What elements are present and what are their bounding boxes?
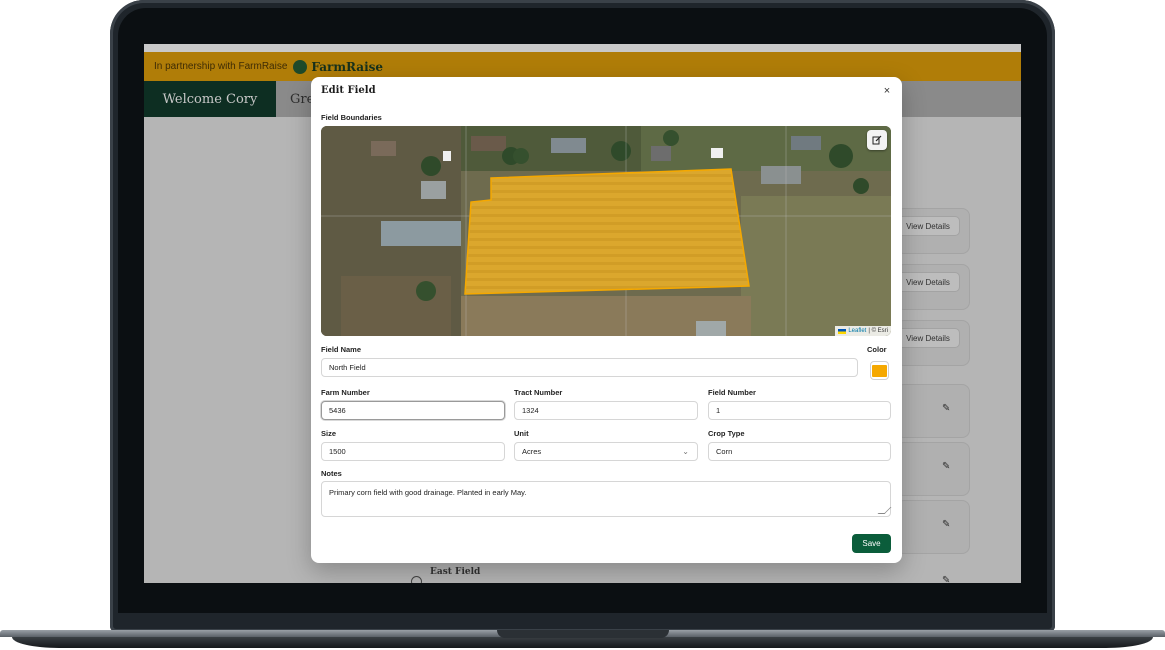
field-number-input[interactable]: 1: [708, 401, 891, 420]
unit-select-value: Acres: [522, 447, 542, 456]
view-details-button[interactable]: View Details: [896, 272, 960, 292]
partner-text: In partnership with FarmRaise: [154, 61, 288, 72]
notes-textarea[interactable]: Primary corn field with good drainage. P…: [321, 481, 892, 517]
esri-attribution: | © Esri: [868, 328, 888, 334]
notes-text: Primary corn field with good drainage. P…: [329, 488, 527, 497]
field-card: [896, 442, 970, 496]
modal-title: Edit Field: [321, 85, 376, 96]
unit-label: Unit: [514, 429, 529, 438]
edit-pencil-icon[interactable]: ✎: [942, 520, 952, 530]
east-field-title: East Field: [430, 567, 481, 577]
farmraise-wordmark: FarmRaise: [311, 59, 384, 74]
field-name-label: Field Name: [321, 345, 362, 354]
field-number-label: Field Number: [708, 388, 756, 397]
location-pin-icon: [411, 576, 422, 583]
color-picker[interactable]: [870, 361, 889, 380]
tract-number-input[interactable]: 1324: [514, 401, 698, 420]
edit-pencil-icon[interactable]: ✎: [942, 462, 952, 472]
unit-select[interactable]: Acres ⌄: [514, 442, 698, 461]
map-edit-icon[interactable]: [867, 130, 887, 150]
laptop-notch: [497, 630, 669, 638]
farmraise-logo: FarmRaise: [293, 59, 384, 74]
map-attribution: Leaflet | © Esri: [835, 326, 891, 336]
edit-field-modal: Edit Field × Field Boundaries Leaflet | …: [311, 77, 902, 563]
resize-handle-icon[interactable]: [877, 507, 892, 514]
browser-strip: [144, 44, 1021, 52]
app-screen: In partnership with FarmRaise FarmRaise …: [144, 44, 1021, 583]
field-boundaries-label: Field Boundaries: [321, 113, 382, 122]
close-icon[interactable]: ×: [880, 84, 894, 98]
farmraise-leaf-icon: [293, 59, 308, 74]
color-swatch-fill: [872, 364, 887, 377]
view-details-button[interactable]: View Details: [896, 328, 960, 348]
base-bottom-edge: [12, 637, 1153, 648]
farm-number-input[interactable]: 5436: [321, 401, 505, 420]
chevron-down-icon: ⌄: [682, 447, 689, 456]
welcome-tab[interactable]: Welcome Cory: [144, 81, 276, 117]
color-label: Color: [867, 345, 887, 354]
satellite-map-image: [321, 126, 891, 336]
save-button[interactable]: Save: [852, 534, 891, 553]
farm-number-label: Farm Number: [321, 388, 370, 397]
view-details-button[interactable]: View Details: [896, 216, 960, 236]
field-card: [896, 384, 970, 438]
tract-number-label: Tract Number: [514, 388, 563, 397]
field-boundary-map[interactable]: Leaflet | © Esri: [321, 126, 891, 336]
leaflet-link[interactable]: Leaflet: [848, 328, 866, 334]
crop-type-input[interactable]: Corn: [708, 442, 891, 461]
ukraine-flag-icon: [838, 328, 847, 334]
crop-type-label: Crop Type: [708, 429, 745, 438]
edit-pencil-icon[interactable]: ✎: [942, 404, 952, 414]
notes-label: Notes: [321, 469, 342, 478]
laptop-base: [0, 630, 1165, 650]
field-name-input[interactable]: North Field: [321, 358, 858, 377]
size-input[interactable]: 1500: [321, 442, 505, 461]
edit-pencil-icon[interactable]: ✎: [942, 576, 952, 584]
size-label: Size: [321, 429, 337, 438]
field-card: [896, 500, 970, 554]
